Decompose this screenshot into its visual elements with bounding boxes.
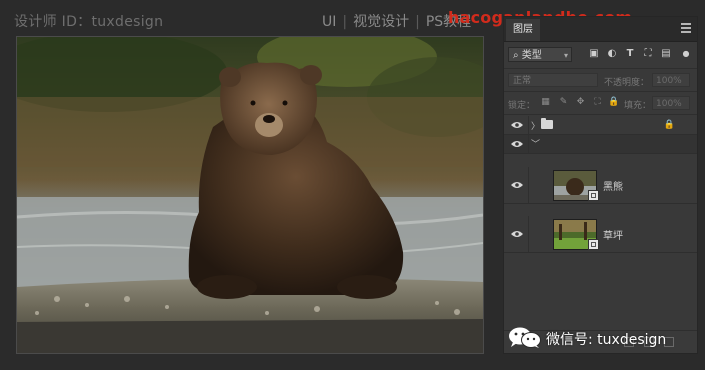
lock-all-icon[interactable]: 🔒: [608, 97, 619, 108]
smart-object-badge-icon: [588, 190, 599, 201]
layer-name[interactable]: 黑熊: [603, 178, 623, 193]
lock-icon: 🔒: [663, 120, 675, 130]
eye-icon[interactable]: [511, 181, 523, 189]
blend-mode-select[interactable]: 正常: [508, 73, 598, 87]
nav-visual-label: 视觉设计: [353, 14, 410, 30]
layers-panel: 图层 ⌕ 类型 ▾ ▣ ◐ T ⛶ ▤ ● 正常 不透明度： 100% 锁定： …: [503, 16, 698, 354]
layer-divider: [528, 116, 529, 134]
folder-icon: [541, 118, 553, 129]
layer-divider: [528, 135, 529, 153]
panel-tab-bar: 图层: [504, 17, 697, 42]
layer-group-expanded[interactable]: ﹀: [504, 135, 697, 154]
opacity-label: 不透明度：: [604, 78, 650, 88]
fill-label: 填充：: [624, 101, 652, 111]
layer-item[interactable]: 黑熊: [504, 167, 697, 204]
smart-object-filter-icon[interactable]: ▤: [660, 48, 672, 60]
lock-label: 锁定：: [508, 101, 536, 111]
lock-pixels-icon[interactable]: ✎: [558, 97, 569, 108]
layer-item[interactable]: 草坪: [504, 216, 697, 253]
bear-photo: [17, 37, 483, 353]
lock-artboard-icon[interactable]: ⛶: [592, 97, 603, 108]
layer-name[interactable]: 草坪: [603, 227, 623, 242]
chevron-down-icon[interactable]: ﹀: [531, 137, 540, 150]
lock-position-icon[interactable]: ✥: [575, 97, 586, 108]
lock-transparency-icon[interactable]: ▦: [540, 97, 551, 108]
smart-object-badge-icon: [588, 239, 599, 250]
chevron-down-icon: ▾: [563, 51, 568, 60]
lock-row: 锁定： ▦ ✎ ✥ ⛶ 🔒 填充： 100%: [504, 92, 697, 115]
layer-divider: [528, 216, 529, 252]
blend-row: 正常 不透明度： 100%: [504, 69, 697, 92]
search-icon: ⌕: [513, 50, 519, 61]
panel-menu-icon[interactable]: [681, 21, 691, 35]
eye-icon[interactable]: [511, 230, 523, 238]
document-canvas[interactable]: [16, 36, 484, 354]
nav-divider: |: [342, 14, 348, 30]
filter-toggle-icon[interactable]: ●: [680, 48, 692, 60]
layer-group[interactable]: 〉 🔒: [504, 116, 697, 135]
opacity-input[interactable]: 100%: [652, 73, 690, 87]
wechat-id-text: 微信号: tuxdesign: [546, 332, 667, 348]
fill-input[interactable]: 100%: [652, 96, 690, 110]
filter-kind-value: 类型: [521, 50, 542, 61]
eye-icon[interactable]: [511, 140, 523, 148]
layer-list: 〉 🔒 ﹀ 黑熊 草坪: [504, 116, 697, 253]
filter-kind-select[interactable]: ⌕ 类型 ▾: [508, 47, 572, 62]
eye-icon[interactable]: [511, 121, 523, 129]
chevron-right-icon[interactable]: 〉: [531, 119, 540, 132]
nav-ui-label: UI: [322, 14, 337, 30]
layer-divider: [528, 167, 529, 203]
type-filter-icon[interactable]: T: [624, 48, 636, 60]
layer-filter-row: ⌕ 类型 ▾ ▣ ◐ T ⛶ ▤ ●: [504, 42, 697, 69]
wechat-icon: [509, 327, 541, 348]
nav-divider: |: [415, 14, 420, 30]
shape-filter-icon[interactable]: ⛶: [642, 48, 654, 60]
adjustment-filter-icon[interactable]: ◐: [606, 48, 618, 60]
designer-watermark: 设计师 ID：tuxdesign: [14, 14, 164, 30]
image-filter-icon[interactable]: ▣: [588, 48, 600, 60]
tab-layers[interactable]: 图层: [506, 19, 540, 41]
